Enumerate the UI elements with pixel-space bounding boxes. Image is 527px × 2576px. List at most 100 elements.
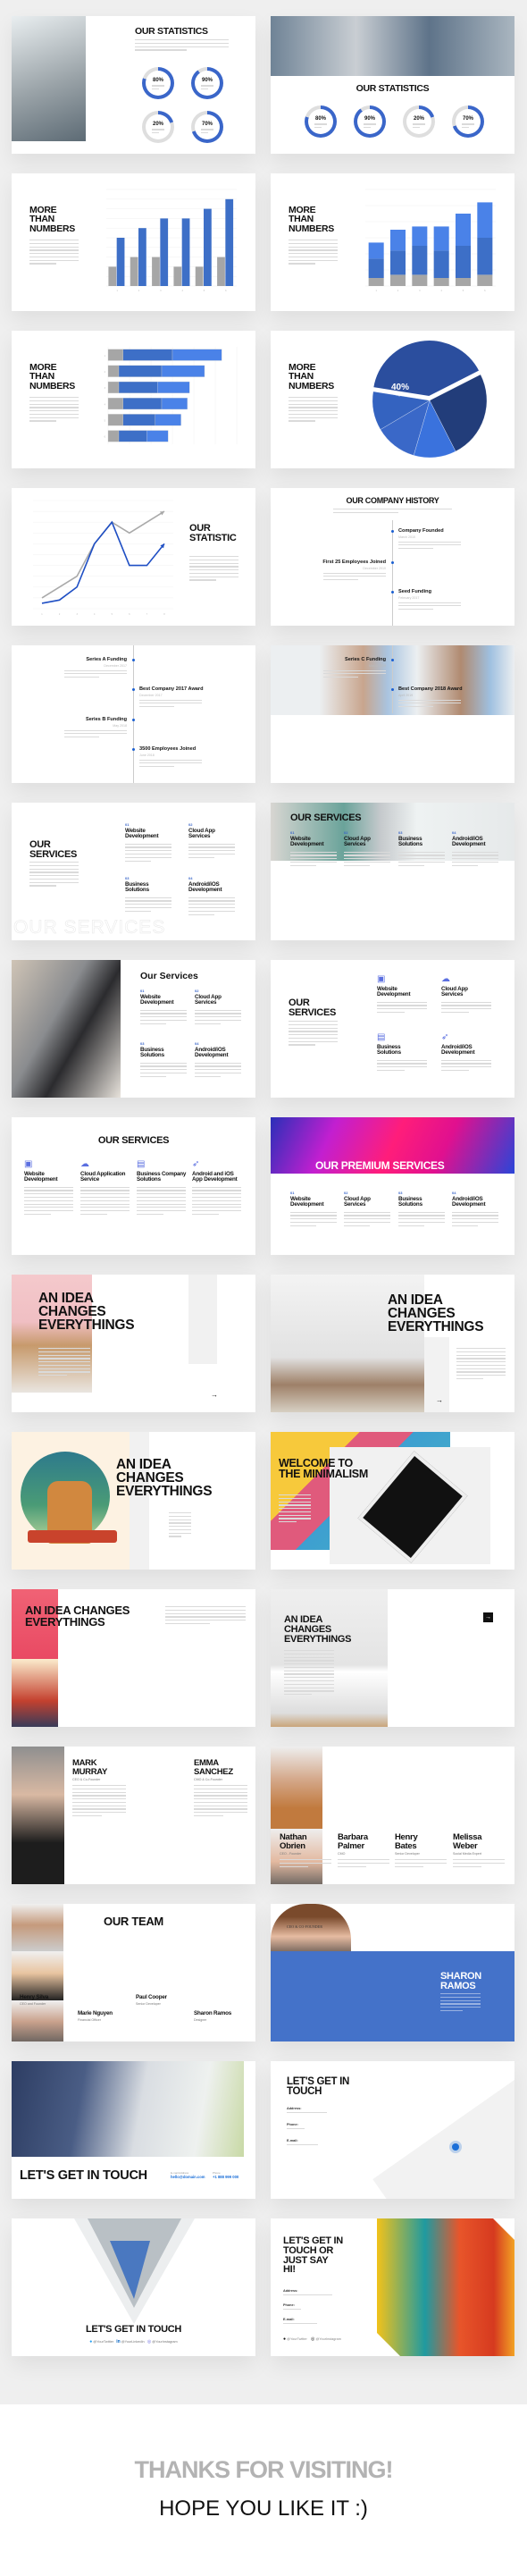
slide-more-than-numbers-pie[interactable]: MORE THAN NUMBERS 40% April xyxy=(271,331,514,468)
paragraph xyxy=(284,1650,334,1697)
cloud-icon: ☁ xyxy=(441,974,450,984)
service-description xyxy=(24,1186,73,1216)
twitter-handle[interactable]: @YourTwitter xyxy=(287,2337,307,2341)
address-label: Address: xyxy=(283,2289,298,2293)
member-bio xyxy=(280,1859,331,1867)
service-title: Business Company Solutions xyxy=(137,1171,186,1183)
phone-label: Phone: xyxy=(287,2123,298,2126)
team-member: Marie Nguyen Financial Officer xyxy=(78,2010,131,2025)
tick-label: 6 xyxy=(484,290,486,292)
slide-get-in-touch-4[interactable]: LET'S GET IN TOUCH OR JUST SAY HI! Address:… xyxy=(271,2218,514,2356)
horizontal-bar-chart: 1 2 3 4 5 6 xyxy=(105,347,238,444)
service-description xyxy=(140,1062,187,1077)
slide-our-statistics-1[interactable]: OUR STATISTICS 80% 90% 20% 70% xyxy=(12,16,255,154)
placeholder-text-line xyxy=(377,1011,405,1014)
stat-caption xyxy=(201,129,213,134)
slide-get-in-touch-1[interactable]: LET'S GET IN TOUCH E-mail Address hello@… xyxy=(12,2061,255,2199)
service-item: ▤ Business Solutions xyxy=(377,1032,427,1073)
title-line: Development xyxy=(377,991,411,998)
service-item: 03 Business Solutions xyxy=(140,1041,187,1080)
timeline-dot xyxy=(132,719,135,721)
slide-sharon-ramos[interactable]: CEO & CO-FOUNDER SHARON RAMOS xyxy=(271,1904,514,2041)
slide-title: OUR SERVICES xyxy=(290,812,362,823)
placeholder-text-line xyxy=(24,1193,73,1195)
stat-caption xyxy=(413,123,425,129)
instagram-handle[interactable]: @YourInstagram xyxy=(315,2337,340,2341)
slide-premium-services[interactable]: OUR PREMIUM SERVICES 01 Website Developmen… xyxy=(271,1117,514,1255)
slide-our-services-4[interactable]: OUR SERVICES ▣ Website Development ☁ Cloud A… xyxy=(271,960,514,1098)
placeholder-text-line xyxy=(165,1616,246,1618)
pie-percent: 40% xyxy=(390,383,409,392)
placeholder-text-line xyxy=(189,569,238,571)
slide-more-than-numbers-hbar[interactable]: MORE THAN NUMBERS 1 2 3 4 5 6 xyxy=(12,331,255,468)
stat-caption xyxy=(462,123,474,129)
slide-more-than-numbers-bar[interactable]: MORE THAN NUMBERS 1 2 3 4 5 6 xyxy=(12,173,255,311)
slide-timeline-2[interactable]: Series A Funding December 2017 Best Compa… xyxy=(12,645,255,783)
placeholder-text-line xyxy=(323,669,386,671)
placeholder-text-line xyxy=(314,127,322,129)
placeholder-text-line xyxy=(456,1361,506,1363)
team-member: MARK MURRAY CEO & Co-Founder xyxy=(72,1759,126,1819)
service-item: ➶ Android and iOS App Development xyxy=(192,1159,241,1217)
slide-get-in-touch-2[interactable]: LET'S GET IN TOUCH Address: Phone: E-mail… xyxy=(271,2061,514,2199)
slide-minimalism[interactable]: WELCOME TO THE MINIMALISM xyxy=(271,1432,514,1570)
slide-our-services-1[interactable]: OUR SERVICES 01 Website Development 02 Cloud… xyxy=(12,803,255,940)
placeholder-text-line xyxy=(283,2309,301,2311)
rocket-icon: ➶ xyxy=(192,1159,200,1169)
service-description xyxy=(290,851,337,866)
slide-our-services-5[interactable]: OUR SERVICES ▣ Website Development ☁ Cloud … xyxy=(12,1117,255,1255)
placeholder-text-line xyxy=(344,1215,390,1216)
placeholder-text-line xyxy=(125,906,171,909)
placeholder-text-line xyxy=(140,1075,166,1077)
slide-our-team[interactable]: OUR TEAM Henry Silva CEO and Founder Mari… xyxy=(12,1904,255,2041)
placeholder-text-line xyxy=(192,1186,241,1188)
slide-founders[interactable]: MARK MURRAY CEO & Co-Founder EMMA SANCHEZ CM… xyxy=(12,1747,255,1884)
next-arrow-button[interactable]: → xyxy=(483,1612,493,1622)
member-name: EMMA SANCHEZ xyxy=(194,1759,247,1776)
bar-segment xyxy=(368,278,384,286)
member-role: CEO and Founder xyxy=(20,2002,46,2007)
bar-segment xyxy=(107,381,120,393)
placeholder-text-line xyxy=(453,1862,505,1864)
slide-more-than-numbers-stacked[interactable]: MORE THAN NUMBERS 1 2 3 4 5 6 xyxy=(271,173,514,311)
tick-label: 4 xyxy=(94,613,96,616)
service-item: 02 Cloud App Services xyxy=(344,1191,390,1229)
service-title: Website Development xyxy=(125,828,171,840)
team-member: Henry Silva CEO and Founder xyxy=(20,1994,73,2009)
slide-idea-3[interactable]: AN IDEA CHANGES EVERYTHINGS xyxy=(12,1432,255,1570)
stat-value: 80% xyxy=(152,78,163,84)
email-link[interactable]: hello@domain.com xyxy=(171,2175,205,2179)
title-line: Development xyxy=(290,1201,324,1208)
placeholder-text-line xyxy=(165,1612,246,1614)
placeholder-text-line xyxy=(29,862,79,863)
donut-stat: 90% xyxy=(354,105,386,138)
slide-idea-2[interactable]: AN IDEA CHANGES EVERYTHINGS → xyxy=(271,1275,514,1412)
bar-segment xyxy=(455,214,472,246)
placeholder-text-line xyxy=(456,1371,506,1373)
slide-team-four[interactable]: Nathan Obrien CEO - Founder Barbara Palmer C… xyxy=(271,1747,514,1884)
slide-timeline-3[interactable]: Series C Funding March 2019 Best Company … xyxy=(271,645,514,783)
slide-company-history[interactable]: OUR COMPANY HISTORY Company Founded March… xyxy=(271,488,514,626)
slide-get-in-touch-3[interactable]: LET'S GET IN TOUCH ● @YourTwitter in @Yo… xyxy=(12,2218,255,2356)
team-member: Sharon Ramos Designer xyxy=(194,2010,247,2025)
placeholder-text-line xyxy=(29,263,57,265)
slide-our-services-2[interactable]: OUR SERVICES 01 Website Development 02 Clou… xyxy=(271,803,514,940)
service-title: Android/iOS Development xyxy=(195,1047,241,1059)
slide-idea-5[interactable]: AN IDEA CHANGES EVERYTHINGS → xyxy=(271,1589,514,1727)
slide-our-statistics-2[interactable]: OUR STATISTICS 80% 90% 20% 70% xyxy=(271,16,514,154)
slide-idea-4[interactable]: AN IDEA CHANGES EVERYTHINGS xyxy=(12,1589,255,1727)
slide-our-statistic-line[interactable]: 1 2 3 4 5 6 7 8 OUR STATISTIC xyxy=(12,488,255,626)
event-date: April 2019 xyxy=(398,693,414,697)
slide-our-services-3[interactable]: Our Services 01 Website Development 02 Clou… xyxy=(12,960,255,1098)
title-line: Solutions xyxy=(398,841,422,848)
slide-idea-1[interactable]: AN IDEA CHANGES EVERYTHINGS → xyxy=(12,1275,255,1412)
twitter-handle[interactable]: @YourTwitter xyxy=(93,2340,113,2344)
instagram-handle[interactable]: @YourInstagram xyxy=(152,2340,177,2344)
linkedin-handle[interactable]: @YourLinkedIn xyxy=(121,2340,145,2344)
paragraph xyxy=(38,1348,90,1378)
placeholder-text-line xyxy=(24,1196,73,1199)
placeholder-text-line xyxy=(139,759,202,761)
placeholder-text-line xyxy=(38,1364,90,1367)
bar-segment xyxy=(477,202,493,238)
bar-segment xyxy=(455,278,472,286)
